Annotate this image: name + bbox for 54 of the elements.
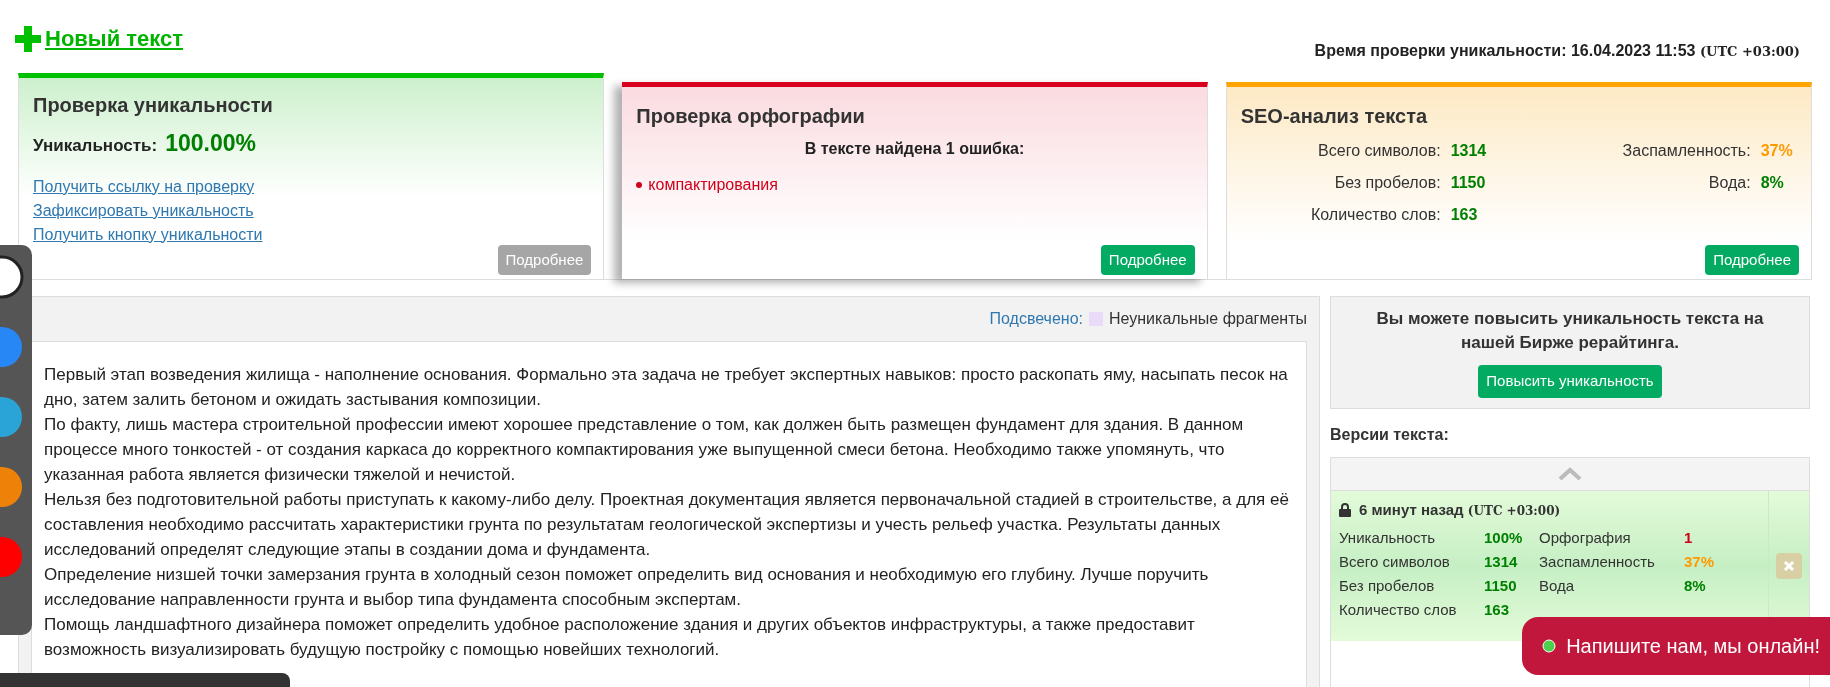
- version-stat-label: Уникальность: [1339, 528, 1437, 548]
- version-stat-label: Количество слов: [1339, 600, 1458, 620]
- stat-value: 163: [1450, 205, 1479, 225]
- plus-icon: [15, 25, 41, 52]
- version-stat-value: 163: [1484, 600, 1511, 620]
- details-button[interactable]: Подробнее: [1705, 244, 1799, 275]
- text-paragraph: По факту, лишь мастера строительной профессии имеют хорошее представление о том, как должен быть размещен фундамент для здания. В данном процессе много тонкостей - от создания каркаса до корректного компактирования уже выпущенной смеси бетона. Необходимо также упомянуть, что указанная работа является физически тяжелой и нечистой.: [44, 414, 1245, 486]
- stat-label: Без пробелов:: [1333, 173, 1441, 193]
- card-title: Проверка уникальности: [33, 93, 274, 118]
- card-title: SEO-анализ текста: [1240, 104, 1429, 129]
- stat-label: Количество слов:: [1309, 205, 1441, 225]
- card-title: Проверка орфографии: [636, 104, 866, 129]
- text-paragraph: Нельзя без подготовительной работы приступать к какому-либо делу. Проектная документация является первоначальной стадией в строительстве, а для её составления необходимо рассчитать характеристики грунта по результатам геологической экспертизы и учесть рельеф участка. Результаты данных исследований определят следующие этапы в создании дома и фундамента.: [44, 489, 1290, 561]
- text-paragraph: Определение низшей точки замерзания грунта в холодный сезон поможет определить вид основания и необходимую его глубину. Лучше поручить исследование направленности грунта и выбор типа фундамента способным экспертам.: [44, 564, 1210, 611]
- highlight-label: Подсвечено:: [989, 309, 1083, 329]
- delete-button[interactable]: [1776, 552, 1802, 579]
- text-paragraph: Помощь ландшафтного дизайнера поможет определить удобное расположение здания и других объектов инфраструктуры, а также предоставит возможность визуализировать будущую постройку с помощью новейших технологий.: [44, 614, 1196, 661]
- chat-button[interactable]: Напишите нам, мы онлайн!: [1522, 617, 1830, 675]
- online-dot-icon: [1542, 639, 1557, 653]
- uniqueness-label: Уникальность:: [33, 135, 158, 157]
- version-stat-value: 1150: [1484, 576, 1518, 596]
- stat-label: Вода:: [1707, 173, 1751, 193]
- promo-text: Вы можете повысить уникальность текста на нашей Бирже рерайтинга.: [1375, 308, 1765, 354]
- version-stat-label: Орфография: [1539, 528, 1632, 548]
- error-summary: В тексте найдена 1 ошибка:: [803, 139, 1026, 159]
- stat-label: Заспамленность:: [1621, 141, 1751, 161]
- uniqueness-value: 100.00%: [165, 129, 256, 158]
- stat-label: Всего символов:: [1317, 141, 1441, 161]
- bullet-icon: [636, 182, 643, 188]
- version-stat-value: 37%: [1684, 552, 1716, 572]
- version-stat-value: 100%: [1484, 528, 1524, 548]
- highlight-text: Неуникальные фрагменты: [1109, 309, 1307, 329]
- version-time: 6 минут назад (UTC +03:00): [1359, 499, 1561, 520]
- version-stat-value: 1: [1684, 528, 1694, 548]
- boost-button[interactable]: Повысить уникальность: [1478, 365, 1662, 398]
- check-time: Время проверки уникальности: 16.04.2023 11:53 (UTC +03:00): [1314, 41, 1800, 61]
- version-stat-value: 8%: [1684, 576, 1707, 596]
- chevron-up-icon: [1558, 466, 1582, 481]
- stat-value: 1314: [1450, 141, 1488, 161]
- scroll-up-button[interactable]: [1331, 457, 1809, 491]
- details-button[interactable]: Подробнее: [1100, 244, 1195, 275]
- version-stat-label: Всего символов: [1339, 552, 1451, 572]
- new-text-link[interactable]: Новый текст: [15, 22, 183, 55]
- stat-value: 1150: [1450, 173, 1487, 193]
- version-stat-label: Без пробелов: [1339, 576, 1436, 596]
- version-stat-label: Вода: [1539, 576, 1576, 596]
- version-stat-label: Заспамленность: [1539, 552, 1656, 572]
- version-stat-value: 1314: [1484, 552, 1519, 572]
- text-paragraph: Первый этап возведения жилища - наполнение основания. Формально эта задача не требует экспертных навыков: просто раскопать яму, насыпать песок на дно, затем залить бетоном и ожидать застывания композиции.: [44, 364, 1289, 411]
- stat-value: 8%: [1760, 173, 1785, 193]
- error-word: компактирования: [648, 175, 778, 195]
- close-icon: [1783, 559, 1795, 572]
- stat-value: 37%: [1760, 141, 1793, 161]
- versions-title: Версии текста:: [1330, 424, 1450, 445]
